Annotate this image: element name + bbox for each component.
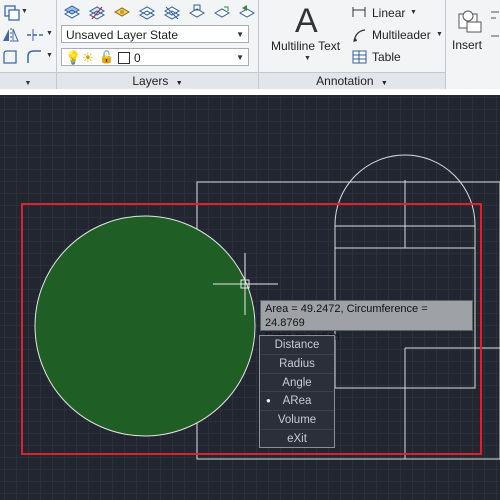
multileader-icon bbox=[353, 29, 366, 42]
option-menu: Distance Radius Angle ● ARea Volume eXit bbox=[259, 335, 335, 448]
current-layer-name: 0 bbox=[134, 51, 141, 65]
mirror-tool-button[interactable] bbox=[0, 25, 20, 45]
layers-panel-label: Layers bbox=[132, 74, 169, 88]
option-volume[interactable]: Volume bbox=[260, 411, 334, 430]
layer-off-button[interactable] bbox=[112, 3, 132, 23]
layer-lightbulb-icon bbox=[113, 7, 131, 17]
chevron-down-icon[interactable]: ▼ bbox=[46, 30, 53, 37]
multiline-text-button[interactable]: A Multiline Text ▼ bbox=[267, 2, 347, 70]
mirror-icon bbox=[3, 28, 19, 42]
chevron-down-icon: ▼ bbox=[24, 80, 32, 87]
layer-isolate-icon bbox=[138, 6, 156, 20]
layer-freeze-button[interactable] bbox=[162, 3, 182, 23]
block-tools-icon[interactable] bbox=[490, 8, 500, 48]
multiline-text-icon: A bbox=[295, 2, 318, 40]
draw-panel: ▼ ▼ ▼ bbox=[0, 0, 56, 72]
table-icon bbox=[352, 50, 367, 64]
layer-walk-button[interactable] bbox=[212, 3, 232, 23]
tooltip-result: Area = 49.2472, Circumference = 24.8769 bbox=[265, 303, 428, 329]
multileader-button[interactable]: Multileader ▼ bbox=[351, 26, 443, 44]
layer-dropdown[interactable]: 💡 ☀ 🔓 0 ▼ bbox=[61, 48, 249, 66]
chevron-down-icon: ▼ bbox=[436, 31, 443, 38]
chevron-down-icon: ▼ bbox=[304, 55, 311, 62]
region-icon bbox=[3, 50, 17, 64]
copy-icon bbox=[4, 5, 20, 21]
linear-dimension-icon bbox=[352, 7, 366, 17]
sun-icon: ☀ bbox=[82, 50, 94, 65]
layers-panel: Unsaved Layer State ▼ 💡 ☀ 🔓 0 ▼ bbox=[57, 0, 258, 72]
block-panel: Insert bbox=[446, 0, 500, 72]
layer-match-icon bbox=[88, 6, 106, 20]
insert-label: Insert bbox=[452, 38, 483, 52]
annotation-panel-label: Annotation bbox=[316, 74, 374, 88]
filled-circle[interactable] bbox=[34, 215, 256, 437]
layer-walk-icon bbox=[213, 6, 231, 18]
layer-properties-button[interactable] bbox=[62, 3, 82, 23]
chevron-down-icon: ▼ bbox=[236, 30, 244, 39]
copy-tool-button[interactable] bbox=[2, 3, 22, 23]
table-button[interactable]: Table bbox=[351, 48, 443, 66]
chevron-down-icon: ▼ bbox=[410, 9, 417, 16]
table-label: Table bbox=[372, 50, 401, 64]
layer-lock-icon bbox=[188, 4, 206, 18]
unlock-icon: 🔓 bbox=[99, 50, 114, 64]
chevron-down-icon[interactable]: ▼ bbox=[46, 52, 53, 59]
multiline-text-label: Multiline Text bbox=[271, 39, 341, 53]
option-label: Radius bbox=[279, 357, 315, 370]
layer-color-swatch bbox=[118, 52, 130, 64]
fillet-tool-button[interactable] bbox=[24, 47, 44, 67]
layer-previous-icon bbox=[238, 5, 256, 18]
option-area[interactable]: ● ARea bbox=[260, 392, 334, 412]
option-radius[interactable]: Radius bbox=[260, 355, 334, 374]
fillet-icon bbox=[27, 50, 41, 63]
drawing-canvas[interactable]: Area = 49.2472, Circumference = 24.8769 … bbox=[0, 95, 500, 500]
layer-state-value: Unsaved Layer State bbox=[66, 28, 179, 42]
layer-match-button[interactable] bbox=[87, 3, 107, 23]
layer-previous-button[interactable] bbox=[237, 3, 257, 23]
annotation-panel: A Multiline Text ▼ Linear ▼ Multileader … bbox=[259, 0, 445, 72]
layer-stack-icon bbox=[63, 5, 81, 19]
multileader-label: Multileader bbox=[372, 28, 431, 42]
dashed-line-icon bbox=[27, 29, 43, 41]
layer-isolate-button[interactable] bbox=[137, 3, 157, 23]
linear-label: Linear bbox=[372, 6, 406, 20]
insert-button[interactable]: Insert bbox=[450, 4, 490, 54]
selected-bullet-icon: ● bbox=[266, 396, 271, 406]
insert-block-icon bbox=[458, 10, 482, 33]
chevron-down-icon[interactable]: ▼ bbox=[21, 8, 28, 15]
chevron-down-icon: ▼ bbox=[236, 53, 244, 62]
linear-dimension-button[interactable]: Linear ▼ bbox=[351, 4, 443, 22]
linetype-tool-button[interactable] bbox=[24, 25, 44, 45]
drawing-geometry bbox=[21, 154, 500, 460]
measure-tooltip: Area = 49.2472, Circumference = 24.8769 … bbox=[260, 300, 473, 343]
annotation-panel-title[interactable]: Annotation ▼ bbox=[259, 72, 445, 90]
draw-panel-title[interactable]: ▼ bbox=[0, 72, 56, 90]
option-label: ARea bbox=[282, 395, 312, 408]
layer-state-dropdown[interactable]: Unsaved Layer State ▼ bbox=[61, 25, 249, 43]
region-tool-button[interactable] bbox=[0, 47, 20, 67]
option-distance[interactable]: Distance bbox=[260, 336, 334, 355]
option-angle[interactable]: Angle bbox=[260, 374, 334, 393]
layer-freeze-icon bbox=[163, 6, 181, 20]
chevron-down-icon: ▼ bbox=[175, 80, 183, 87]
layer-lock-button[interactable] bbox=[187, 3, 207, 23]
option-label: Angle bbox=[282, 376, 312, 389]
layers-panel-title[interactable]: Layers ▼ bbox=[57, 72, 258, 90]
option-label: Distance bbox=[274, 339, 320, 351]
chevron-down-icon: ▼ bbox=[380, 80, 388, 87]
ribbon: ▼ ▼ ▼ ▼ Unsaved Layer State ▼ 💡 ☀ 🔓 0 ▼ … bbox=[0, 0, 500, 90]
option-label: eXit bbox=[287, 432, 307, 445]
option-label: Volume bbox=[277, 414, 317, 427]
option-exit[interactable]: eXit bbox=[260, 430, 334, 449]
lightbulb-icon: 💡 bbox=[65, 50, 82, 65]
